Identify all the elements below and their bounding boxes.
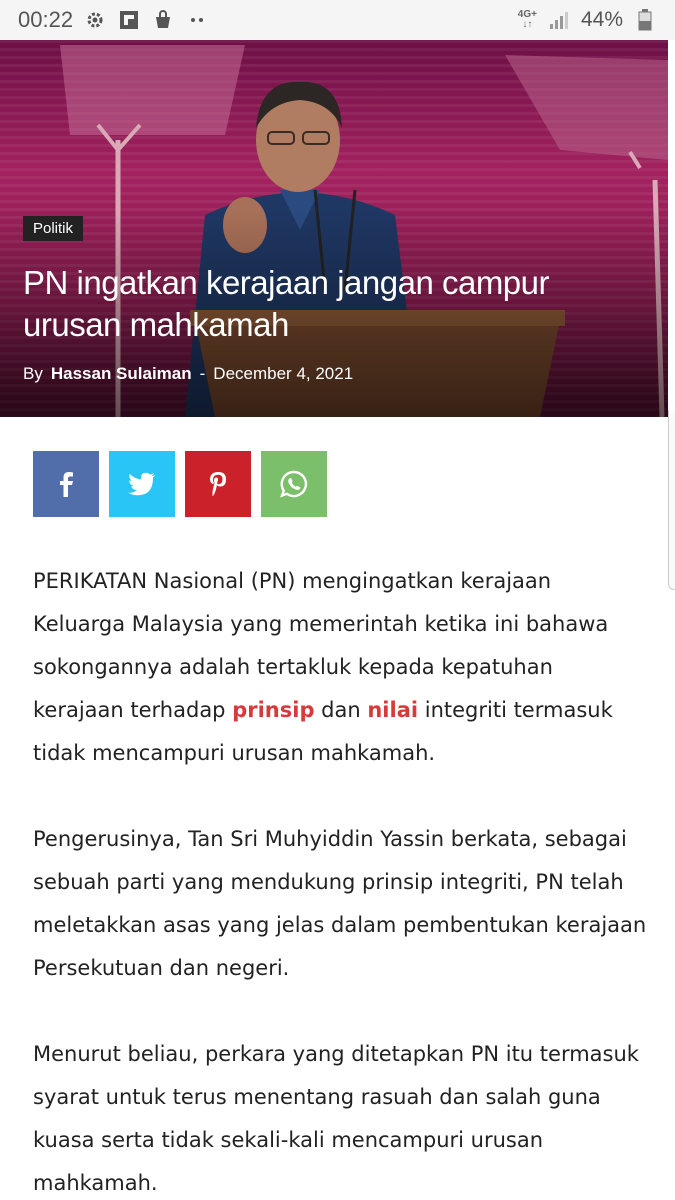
pinterest-share-button[interactable] — [185, 451, 251, 517]
battery-percent: 44% — [580, 8, 623, 31]
more-dots-icon — [185, 8, 209, 32]
flipboard-icon — [117, 8, 141, 32]
network-label: 4G+ — [517, 9, 537, 20]
twitter-share-button[interactable] — [109, 451, 175, 517]
publish-date: December 4, 2021 — [213, 364, 354, 383]
share-bar — [33, 451, 327, 517]
facebook-icon — [60, 472, 73, 497]
paragraph-1-text-b: dan — [314, 698, 368, 722]
pinterest-icon — [210, 472, 226, 496]
facebook-share-button[interactable] — [33, 451, 99, 517]
signal-icon — [547, 8, 571, 32]
byline: By Hassan Sulaiman - December 4, 2021 — [23, 364, 353, 384]
link-prinsip[interactable]: prinsip — [232, 698, 314, 722]
scrollbar-edge — [668, 410, 675, 590]
network-icon: 4G+ ↓↑ — [517, 9, 537, 30]
category-badge[interactable]: Politik — [23, 216, 84, 241]
article-body: PERIKATAN Nasional (PN) mengingatkan ker… — [33, 560, 648, 1200]
whatsapp-icon — [280, 470, 308, 498]
twitter-icon — [128, 472, 155, 496]
paragraph-1: PERIKATAN Nasional (PN) mengingatkan ker… — [33, 560, 648, 775]
byline-separator: - — [199, 364, 206, 383]
byline-prefix: By — [23, 364, 43, 383]
author-link[interactable]: Hassan Sulaiman — [51, 364, 192, 384]
shopping-bag-icon — [151, 8, 175, 32]
hero-gradient-overlay — [0, 40, 668, 417]
status-bar: 00:22 4G+ ↓↑ 44% — [0, 0, 675, 40]
link-nilai[interactable]: nilai — [367, 698, 418, 722]
battery-icon — [633, 8, 657, 32]
article-title: PN ingatkan kerajaan jangan campur urusa… — [23, 264, 550, 343]
whatsapp-share-button[interactable] — [261, 451, 327, 517]
hero-image: Politik PN ingatkan kerajaan jangan camp… — [0, 40, 668, 417]
settings-icon — [83, 8, 107, 32]
paragraph-2: Pengerusinya, Tan Sri Muhyiddin Yassin b… — [33, 827, 647, 980]
clock: 00:22 — [18, 7, 74, 32]
paragraph-3: Menurut beliau, perkara yang ditetapkan … — [33, 1042, 639, 1195]
